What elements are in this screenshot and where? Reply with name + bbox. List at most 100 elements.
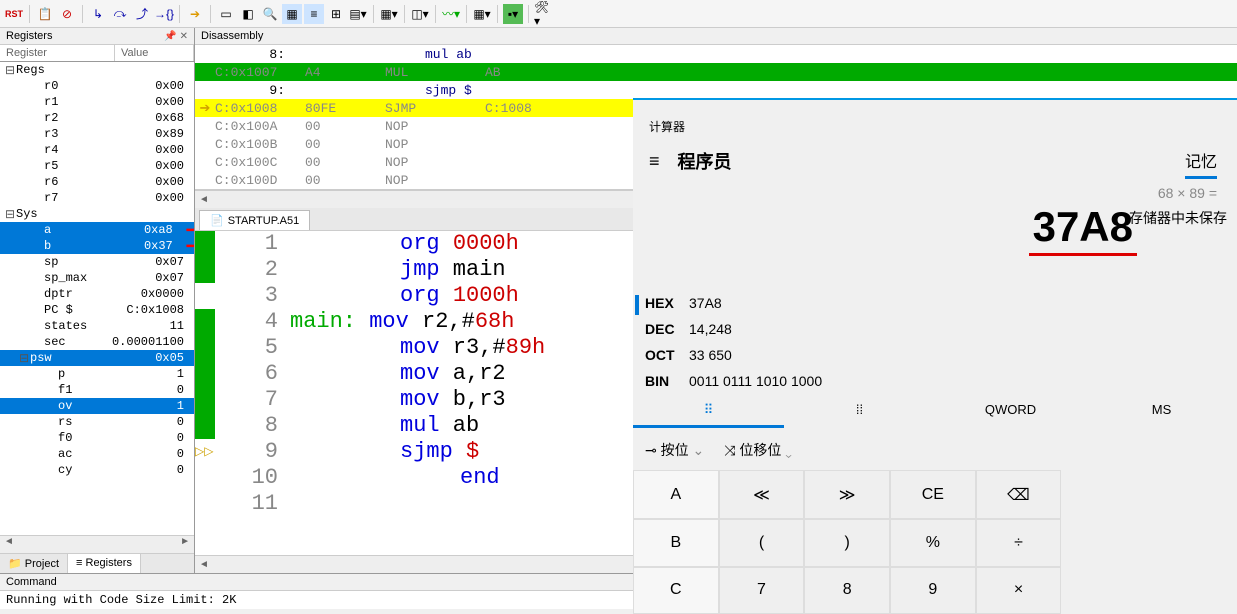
callstack-icon[interactable]: ≡ bbox=[304, 4, 324, 24]
register-row[interactable]: r60x00 bbox=[0, 174, 194, 190]
key-)[interactable]: ) bbox=[804, 519, 890, 566]
symbols-icon[interactable]: 🔍 bbox=[260, 4, 280, 24]
disasm-title: Disassembly bbox=[201, 30, 263, 42]
register-row[interactable]: r40x00 bbox=[0, 142, 194, 158]
register-row[interactable]: PC $C:0x1008 bbox=[0, 302, 194, 318]
memory-icon[interactable]: ▤▾ bbox=[348, 4, 368, 24]
register-row[interactable]: a0xa8━ bbox=[0, 222, 194, 238]
register-row[interactable]: r50x00 bbox=[0, 158, 194, 174]
run-to-icon[interactable]: →{} bbox=[154, 4, 174, 24]
register-row[interactable]: r00x00 bbox=[0, 78, 194, 94]
bitwise-dropdown[interactable]: ⊸ 按位 bbox=[645, 440, 704, 460]
register-row[interactable]: b0x37━ bbox=[0, 238, 194, 254]
tools-icon[interactable]: 🛠▾ bbox=[534, 4, 554, 24]
ms-tab[interactable]: MS bbox=[1086, 400, 1237, 428]
register-row[interactable]: f10 bbox=[0, 382, 194, 398]
calc-mode-label: 程序员 bbox=[678, 148, 732, 174]
key-A[interactable]: A bbox=[633, 470, 719, 519]
value-col[interactable]: Value bbox=[115, 45, 194, 61]
main-toolbar: RST 📋 ⊘ ↳ ⤼ ⤴ →{} ➔ ▭ ◧ 🔍 ▦ ≡ ⊞ ▤▾ ▦▾ ◫▾… bbox=[0, 0, 1237, 28]
register-row[interactable]: r70x00 bbox=[0, 190, 194, 206]
base-list: HEX37A8DEC14,248OCT33 650BIN0011 0111 10… bbox=[645, 290, 822, 394]
register-header: Register Value bbox=[0, 45, 194, 62]
register-row[interactable]: p1 bbox=[0, 366, 194, 382]
register-row[interactable]: f00 bbox=[0, 430, 194, 446]
register-row[interactable]: cy0 bbox=[0, 462, 194, 478]
disasm-line[interactable]: C:0x1007A4MULAB bbox=[195, 63, 1237, 81]
registers-icon[interactable]: ▦ bbox=[282, 4, 302, 24]
key-≪[interactable]: ≪ bbox=[719, 470, 805, 519]
left-tab-bar: 📁 Project ≡ Registers bbox=[0, 553, 194, 573]
calc-keypad: A≪≫CE⌫ B()%÷ C789× bbox=[633, 470, 1147, 614]
key-≫[interactable]: ≫ bbox=[804, 470, 890, 519]
calc-view-tabs: ⠿ ⁞⁞ QWORD MS bbox=[633, 400, 1237, 428]
calculator-window: 计算器 ≡ 程序员 记忆 68 × 89 = 37A8 存储器中未保存 HEX3… bbox=[633, 98, 1237, 612]
bitshift-dropdown[interactable]: ⤨ 位移位 bbox=[724, 440, 792, 460]
key-%[interactable]: % bbox=[890, 519, 976, 566]
base-dec[interactable]: DEC14,248 bbox=[645, 316, 822, 342]
register-row[interactable]: ⊟Sys bbox=[0, 206, 194, 222]
hscroll[interactable]: ◄► bbox=[0, 535, 194, 553]
step-out-icon[interactable]: ⤴ bbox=[132, 4, 152, 24]
key-×[interactable]: × bbox=[976, 567, 1062, 614]
step-over-icon[interactable]: ⤼ bbox=[110, 4, 130, 24]
key-8[interactable]: 8 bbox=[804, 567, 890, 614]
register-row[interactable]: r30x89 bbox=[0, 126, 194, 142]
run-icon[interactable]: ➔ bbox=[185, 4, 205, 24]
calc-result[interactable]: 37A8 bbox=[1029, 203, 1137, 256]
register-row[interactable]: r10x00 bbox=[0, 94, 194, 110]
key-7[interactable]: 7 bbox=[719, 567, 805, 614]
base-hex[interactable]: HEX37A8 bbox=[645, 290, 822, 316]
disasm-window-icon[interactable]: ◧ bbox=[238, 4, 258, 24]
qword-tab[interactable]: QWORD bbox=[935, 400, 1086, 428]
tab-project[interactable]: 📁 Project bbox=[0, 554, 68, 573]
register-row[interactable]: ⊟Regs bbox=[0, 62, 194, 78]
tab-startup[interactable]: 📄STARTUP.A51 bbox=[199, 210, 310, 230]
register-col[interactable]: Register bbox=[0, 45, 115, 61]
memory-empty-msg: 存储器中未保存 bbox=[1129, 208, 1227, 228]
coverage-icon[interactable]: ▪▾ bbox=[503, 4, 523, 24]
register-row[interactable]: sp0x07 bbox=[0, 254, 194, 270]
cmd-window-icon[interactable]: ▭ bbox=[216, 4, 236, 24]
hamburger-icon[interactable]: ≡ bbox=[649, 151, 660, 172]
analyzer-icon[interactable]: ◫▾ bbox=[410, 4, 430, 24]
key-C[interactable]: C bbox=[633, 567, 719, 614]
disasm-title-bar: Disassembly bbox=[195, 28, 1237, 45]
disasm-line[interactable]: 9:sjmp $ bbox=[195, 81, 1237, 99]
close-icon[interactable]: ✕ bbox=[180, 31, 188, 42]
bp-list-icon[interactable]: 📋 bbox=[35, 4, 55, 24]
logic-icon[interactable]: 〰▾ bbox=[441, 4, 461, 24]
serial-icon[interactable]: ▦▾ bbox=[379, 4, 399, 24]
tab-registers[interactable]: ≡ Registers bbox=[68, 554, 141, 573]
key-÷[interactable]: ÷ bbox=[976, 519, 1062, 566]
key-CE[interactable]: CE bbox=[890, 470, 976, 519]
register-row[interactable]: ac0 bbox=[0, 446, 194, 462]
bit-toggle-tab[interactable]: ⁞⁞ bbox=[784, 400, 935, 428]
disasm-line[interactable]: 8:mul ab bbox=[195, 45, 1237, 63]
base-oct[interactable]: OCT33 650 bbox=[645, 342, 822, 368]
perf-icon[interactable]: ▦▾ bbox=[472, 4, 492, 24]
key-9[interactable]: 9 bbox=[890, 567, 976, 614]
step-in-icon[interactable]: ↳ bbox=[88, 4, 108, 24]
register-row[interactable]: sp_max0x07 bbox=[0, 270, 194, 286]
register-row[interactable]: ⊟psw0x05 bbox=[0, 350, 194, 366]
key-([interactable]: ( bbox=[719, 519, 805, 566]
register-row[interactable]: ov1 bbox=[0, 398, 194, 414]
register-row[interactable]: r20x68 bbox=[0, 110, 194, 126]
base-bin[interactable]: BIN0011 0111 1010 1000 bbox=[645, 368, 822, 394]
key-B[interactable]: B bbox=[633, 519, 719, 566]
watch-icon[interactable]: ⊞ bbox=[326, 4, 346, 24]
register-row[interactable]: rs0 bbox=[0, 414, 194, 430]
register-row[interactable]: states11 bbox=[0, 318, 194, 334]
register-row[interactable]: dptr0x0000 bbox=[0, 286, 194, 302]
bp-disable-icon[interactable]: ⊘ bbox=[57, 4, 77, 24]
memory-tab[interactable]: 记忆 bbox=[1185, 148, 1217, 179]
key-⌫[interactable]: ⌫ bbox=[976, 470, 1062, 519]
keypad-tab[interactable]: ⠿ bbox=[633, 400, 784, 428]
file-icon: 📄 bbox=[210, 214, 224, 227]
register-row[interactable]: sec0.00001100 bbox=[0, 334, 194, 350]
register-tree[interactable]: ⊟Regsr00x00r10x00r20x68r30x89r40x00r50x0… bbox=[0, 62, 194, 535]
pin-icon[interactable]: 📌 bbox=[164, 31, 176, 42]
bit-operations: ⊸ 按位 ⤨ 位移位 bbox=[645, 440, 792, 460]
reset-icon[interactable]: RST bbox=[4, 4, 24, 24]
